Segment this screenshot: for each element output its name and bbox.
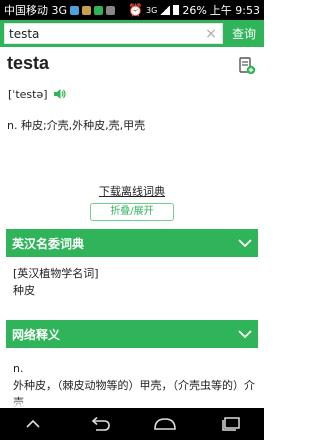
app-notification-icon bbox=[70, 5, 80, 15]
search-button[interactable]: 查询 bbox=[227, 25, 261, 42]
search-bar: × 查询 bbox=[0, 20, 264, 47]
search-box: × bbox=[4, 23, 223, 44]
back-icon[interactable] bbox=[84, 415, 114, 433]
web-section-header[interactable]: 网络释义 bbox=[6, 320, 258, 348]
web-pos: n. bbox=[13, 362, 24, 375]
web-section-title: 网络释义 bbox=[12, 327, 61, 342]
headword: testa bbox=[7, 53, 50, 73]
basic-definition: n. 种皮;介壳,外种皮,壳,甲壳 bbox=[7, 119, 146, 132]
network-type-label: 3G bbox=[146, 5, 158, 15]
alarm-icon: ⏰ bbox=[128, 3, 144, 17]
dict-meaning: 种皮 bbox=[13, 284, 35, 297]
speaker-icon[interactable] bbox=[53, 88, 67, 100]
chevron-down-icon bbox=[238, 330, 252, 339]
phonetic-row: [ˈtestə] bbox=[0, 83, 264, 105]
search-input[interactable] bbox=[9, 26, 204, 41]
carrier-label: 中国移动 3G bbox=[4, 4, 68, 17]
recent-apps-icon[interactable] bbox=[216, 415, 246, 433]
home-icon[interactable] bbox=[150, 415, 180, 433]
chevron-down-icon bbox=[238, 239, 252, 248]
dict-section-body: [英汉植物学名词] 种皮 bbox=[0, 257, 264, 299]
fold-expand-button[interactable]: 折叠/展开 bbox=[90, 203, 174, 221]
scroll-fade bbox=[0, 398, 264, 408]
menu-caret-icon[interactable] bbox=[18, 415, 48, 433]
battery-icon bbox=[173, 5, 180, 15]
status-bar: 中国移动 3G ⏰ 3G 26% 上午 9:53 bbox=[0, 0, 264, 20]
usb-notification-icon bbox=[106, 5, 116, 15]
image-notification-icon bbox=[82, 5, 92, 15]
add-to-wordbook-icon[interactable] bbox=[238, 57, 256, 75]
phonetic: [ˈtestə] bbox=[8, 87, 48, 101]
clock: 上午 9:53 bbox=[209, 4, 260, 17]
clear-icon[interactable]: × bbox=[204, 27, 218, 41]
navigation-bar bbox=[0, 408, 264, 440]
download-offline-dict-link[interactable]: 下载离线词典 bbox=[0, 183, 264, 199]
dict-domain: [英汉植物学名词] bbox=[13, 267, 99, 280]
dict-section-title: 英汉名委词典 bbox=[12, 236, 85, 251]
dict-section-header[interactable]: 英汉名委词典 bbox=[6, 229, 258, 257]
dict-notification-icon bbox=[94, 5, 104, 15]
word-header: testa bbox=[0, 47, 264, 83]
signal-icon bbox=[160, 5, 171, 15]
battery-percent: 26% bbox=[182, 3, 207, 17]
